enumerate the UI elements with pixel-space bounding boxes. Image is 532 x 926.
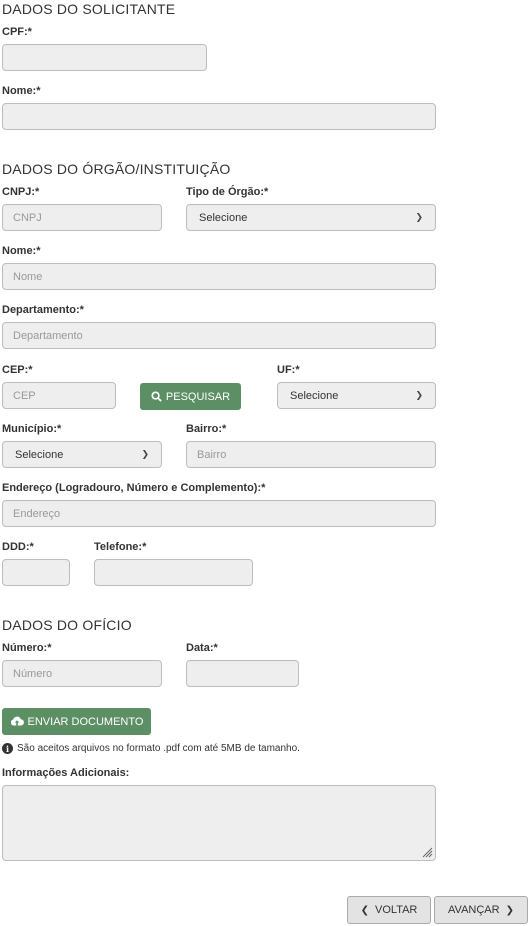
avancar-button[interactable]: AVANÇAR ❯ [434,896,528,924]
endereco-input[interactable]: Endereço [2,500,436,527]
section-title-orgao: DADOS DO ÓRGÃO/INSTITUIÇÃO [2,161,231,177]
tipo-orgao-value: Selecione [199,211,248,224]
data-input[interactable] [186,660,299,687]
cpf-label: CPF:* [2,26,32,38]
bairro-placeholder: Bairro [197,448,227,461]
cep-placeholder: CEP [13,389,36,402]
ddd-label: DDD:* [2,541,34,553]
data-label: Data:* [186,642,218,654]
cnpj-placeholder: CNPJ [13,211,42,224]
chevron-down-icon: ❯ [415,390,423,400]
cep-input[interactable]: CEP [2,382,116,409]
numero-label: Número:* [2,642,52,654]
municipio-select[interactable]: Selecione ❯ [2,441,162,468]
cep-label: CEP:* [2,364,33,376]
informacoes-adicionais-textarea[interactable] [2,785,436,861]
uf-label: UF:* [277,364,300,376]
informacoes-adicionais-label: Informações Adicionais: [2,767,130,779]
voltar-button[interactable]: ❮ VOLTAR [347,896,431,924]
bairro-input[interactable]: Bairro [186,441,436,468]
municipio-label: Município:* [2,423,62,435]
enviar-documento-button[interactable]: ENVIAR DOCUMENTO [2,708,151,735]
tipo-orgao-select[interactable]: Selecione ❯ [186,204,436,231]
municipio-value: Selecione [15,448,64,461]
cnpj-label: CNPJ:* [2,186,40,198]
avancar-label: AVANÇAR [448,904,500,916]
upload-info: i São aceitos arquivos no formato .pdf c… [2,743,300,754]
numero-placeholder: Número [13,667,53,680]
pesquisar-button[interactable]: PESQUISAR [140,383,241,410]
cloud-upload-icon [10,716,24,726]
pesquisar-label: PESQUISAR [165,390,231,403]
chevron-down-icon: ❯ [415,212,423,222]
telefone-input[interactable] [94,559,253,586]
section-title-oficio: DADOS DO OFÍCIO [2,617,132,633]
resize-handle-icon[interactable] [421,846,433,858]
solicitante-nome-label: Nome:* [2,85,41,97]
chevron-right-icon: ❯ [505,904,514,916]
chevron-left-icon: ❮ [360,904,369,916]
ddd-input[interactable] [2,559,70,586]
bairro-label: Bairro:* [186,423,227,435]
endereco-placeholder: Endereço [13,507,61,520]
uf-value: Selecione [290,389,339,402]
departamento-placeholder: Departamento [13,329,83,342]
upload-info-text: São aceitos arquivos no formato .pdf com… [17,743,300,754]
chevron-down-icon: ❯ [141,449,149,459]
orgao-nome-label: Nome:* [2,245,41,257]
solicitante-nome-input[interactable] [2,103,436,130]
tipo-orgao-label: Tipo de Órgão:* [186,186,269,198]
numero-input[interactable]: Número [2,660,162,687]
orgao-nome-input[interactable]: Nome [2,263,436,290]
info-icon: i [2,743,13,754]
telefone-label: Telefone:* [94,541,147,553]
cnpj-input[interactable]: CNPJ [2,204,162,231]
voltar-label: VOLTAR [375,904,418,916]
search-icon [151,391,162,402]
enviar-documento-label: ENVIAR DOCUMENTO [27,715,144,728]
departamento-input[interactable]: Departamento [2,322,436,349]
orgao-nome-placeholder: Nome [13,270,43,283]
endereco-label: Endereço (Logradouro, Número e Complemen… [2,482,266,494]
section-title-solicitante: DADOS DO SOLICITANTE [2,1,176,17]
departamento-label: Departamento:* [2,304,84,316]
cpf-input[interactable] [2,44,207,71]
uf-select[interactable]: Selecione ❯ [277,382,436,409]
